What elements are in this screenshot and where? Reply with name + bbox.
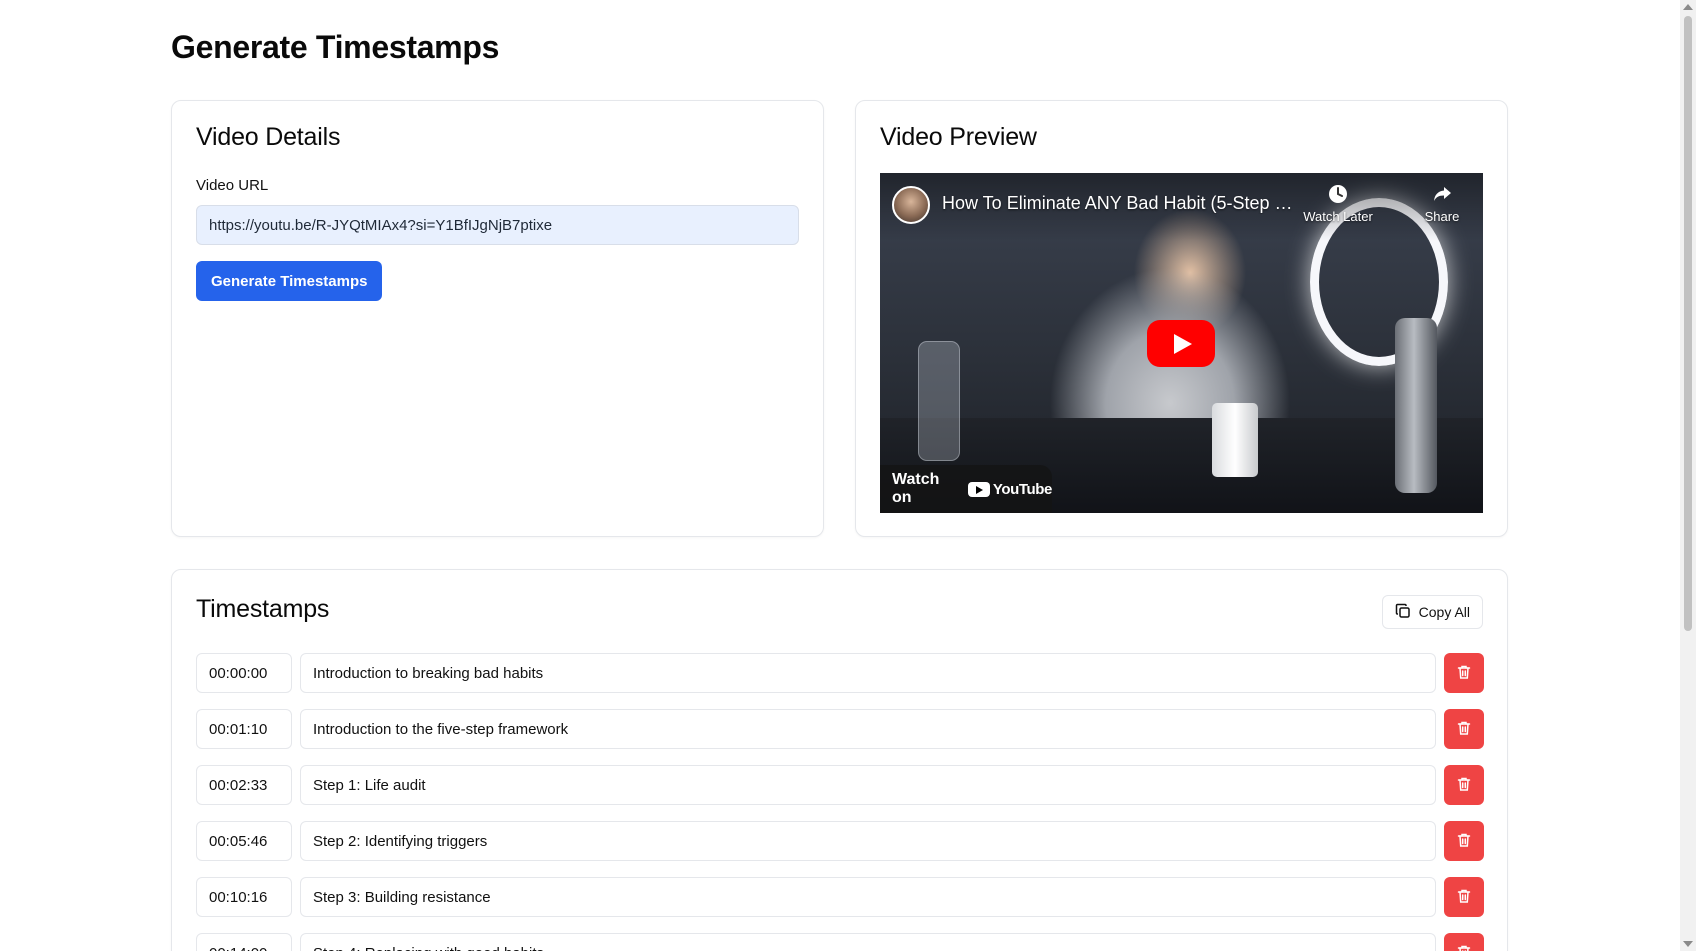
timestamps-card: Timestamps Copy All [171, 569, 1508, 951]
timestamp-row [196, 933, 1486, 951]
video-url-label: Video URL [196, 177, 269, 194]
mug-shape [1212, 403, 1258, 477]
channel-avatar[interactable] [892, 186, 930, 224]
watch-on-label: Watch on [892, 471, 940, 506]
trash-icon [1456, 888, 1472, 907]
youtube-logo-icon: YouTube [967, 480, 1053, 498]
trash-icon [1456, 944, 1472, 951]
timestamp-time-input[interactable] [196, 653, 292, 693]
timestamp-description-input[interactable] [300, 709, 1436, 749]
video-details-card: Video Details Video URL Generate Timesta… [171, 100, 824, 537]
steel-bottle-shape [1395, 318, 1437, 493]
scroll-down-arrow-icon[interactable] [1683, 941, 1693, 947]
timestamp-description-input[interactable] [300, 821, 1436, 861]
timestamp-time-input[interactable] [196, 709, 292, 749]
video-details-title: Video Details [196, 123, 341, 151]
timestamp-time-input[interactable] [196, 765, 292, 805]
timestamp-time-input[interactable] [196, 933, 292, 951]
timestamps-title: Timestamps [196, 595, 330, 623]
play-icon[interactable] [1147, 320, 1215, 367]
glass-bottle-shape [918, 341, 960, 461]
delete-timestamp-button[interactable] [1444, 765, 1484, 805]
page-viewport: Generate Timestamps Video Details Video … [0, 0, 1680, 951]
delete-timestamp-button[interactable] [1444, 709, 1484, 749]
video-title[interactable]: How To Eliminate ANY Bad Habit (5-Step F… [942, 193, 1302, 214]
scroll-up-arrow-icon[interactable] [1683, 4, 1693, 10]
scrollbar-thumb[interactable] [1684, 16, 1692, 631]
watch-later-button[interactable]: Watch Later [1298, 183, 1378, 224]
timestamp-row [196, 653, 1486, 693]
page-title: Generate Timestamps [171, 29, 500, 65]
video-preview-title: Video Preview [880, 123, 1037, 151]
timestamp-time-input[interactable] [196, 877, 292, 917]
delete-timestamp-button[interactable] [1444, 653, 1484, 693]
watch-later-label: Watch Later [1303, 209, 1373, 224]
delete-timestamp-button[interactable] [1444, 821, 1484, 861]
share-button[interactable]: Share [1402, 183, 1482, 224]
youtube-wordmark: YouTube [992, 480, 1053, 498]
timestamp-row [196, 821, 1486, 861]
trash-icon [1456, 720, 1472, 739]
share-arrow-icon [1402, 183, 1482, 205]
copy-all-button[interactable]: Copy All [1381, 595, 1483, 629]
timestamp-row [196, 709, 1486, 749]
youtube-play-mark-icon [967, 481, 990, 497]
trash-icon [1456, 776, 1472, 795]
delete-timestamp-button[interactable] [1444, 877, 1484, 917]
timestamp-row [196, 877, 1486, 917]
video-player[interactable]: How To Eliminate ANY Bad Habit (5-Step F… [880, 173, 1483, 513]
share-label: Share [1424, 209, 1460, 224]
timestamp-description-input[interactable] [300, 933, 1436, 951]
timestamp-description-input[interactable] [300, 653, 1436, 693]
video-url-input[interactable] [196, 205, 799, 245]
timestamp-row [196, 765, 1486, 805]
copy-icon [1395, 603, 1411, 622]
trash-icon [1456, 664, 1472, 683]
timestamp-time-input[interactable] [196, 821, 292, 861]
timestamp-description-input[interactable] [300, 765, 1436, 805]
generate-timestamps-button[interactable]: Generate Timestamps [196, 261, 383, 301]
watch-on-youtube-button[interactable]: Watch on YouTube [880, 465, 1052, 513]
page-scrollbar[interactable] [1680, 0, 1696, 951]
copy-all-label: Copy All [1418, 604, 1470, 620]
video-preview-card: Video Preview How To Eliminate ANY Bad H… [855, 100, 1508, 537]
trash-icon [1456, 832, 1472, 851]
clock-icon [1298, 183, 1378, 205]
delete-timestamp-button[interactable] [1444, 933, 1484, 951]
timestamp-description-input[interactable] [300, 877, 1436, 917]
